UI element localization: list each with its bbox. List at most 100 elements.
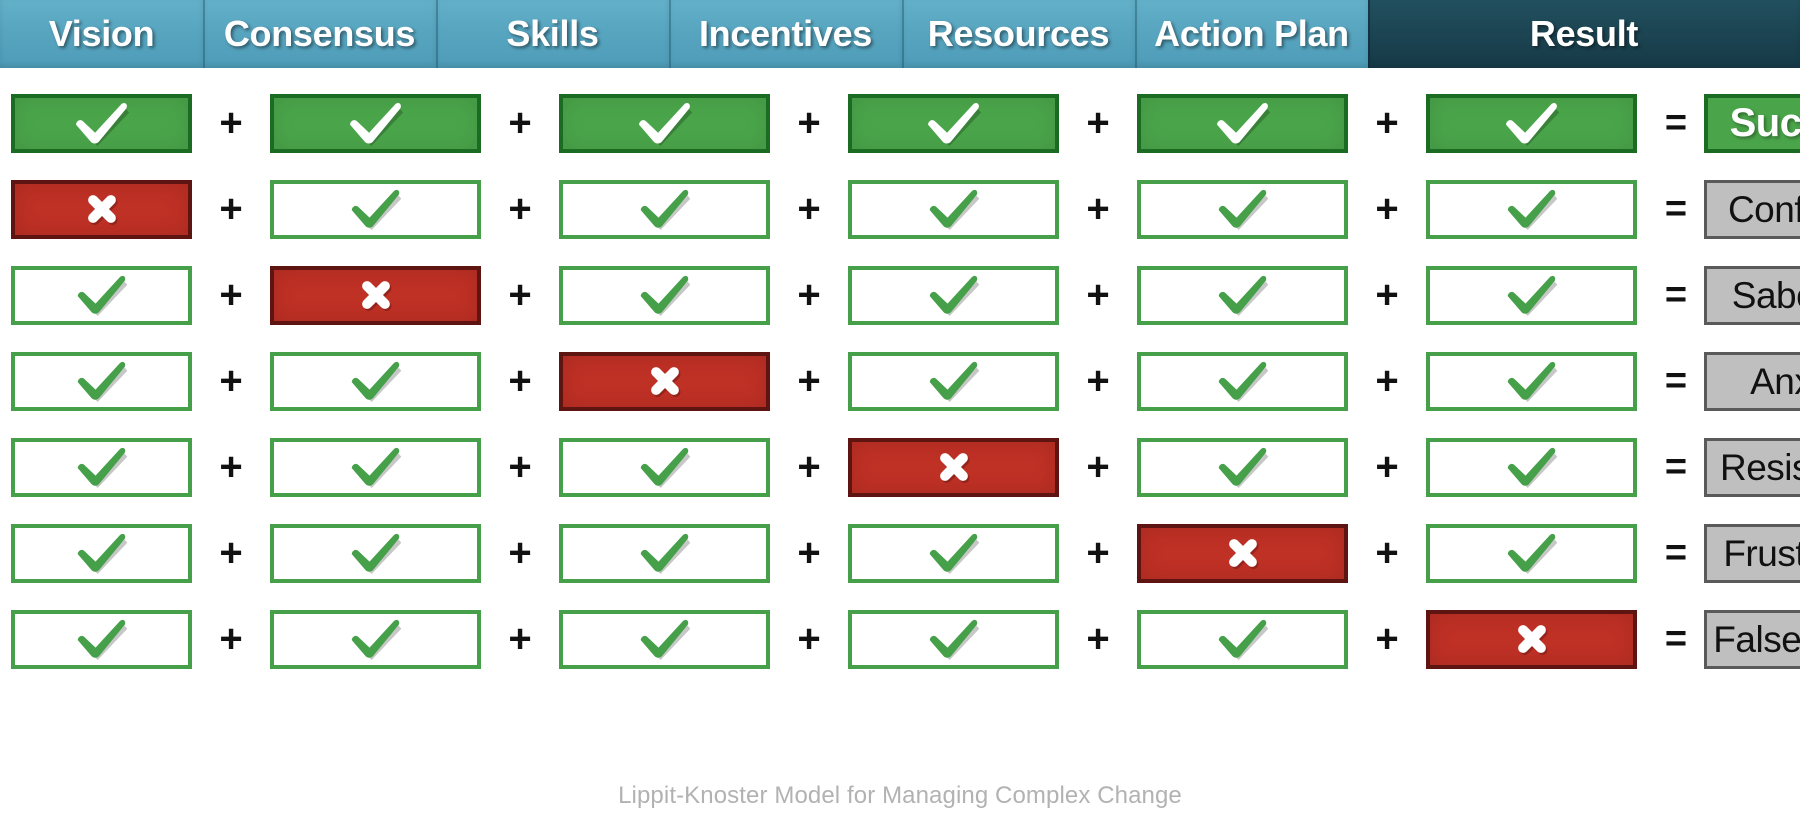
cell-check[interactable] bbox=[559, 93, 770, 153]
cell-check[interactable] bbox=[270, 609, 481, 669]
operator-plus: + bbox=[1375, 445, 1399, 489]
cell-check[interactable] bbox=[11, 93, 192, 153]
result-cell-wrapper: Sabotage bbox=[1704, 252, 1800, 338]
check-icon bbox=[349, 532, 403, 574]
cell-check[interactable] bbox=[559, 523, 770, 583]
cell-check[interactable] bbox=[1426, 523, 1637, 583]
column-header-result: Result bbox=[1368, 0, 1800, 68]
cell-check[interactable] bbox=[1137, 437, 1348, 497]
table-row: + + + + + = Confusion bbox=[0, 166, 1800, 252]
cell-check[interactable] bbox=[11, 265, 192, 325]
result-label: Resistance bbox=[1719, 446, 1800, 488]
check-icon bbox=[1505, 532, 1559, 574]
cell-check[interactable] bbox=[1426, 351, 1637, 411]
cell-wrapper bbox=[837, 80, 1070, 166]
cell-wrapper bbox=[548, 338, 781, 424]
cell-wrapper bbox=[1415, 166, 1648, 252]
result-cell-wrapper: Frustration bbox=[1704, 510, 1800, 596]
check-icon bbox=[1505, 274, 1559, 316]
result-cell[interactable]: Frustration bbox=[1704, 523, 1800, 583]
cell-check[interactable] bbox=[270, 179, 481, 239]
check-icon bbox=[349, 446, 403, 488]
check-icon bbox=[927, 618, 981, 660]
cell-check[interactable] bbox=[11, 523, 192, 583]
cell-check[interactable] bbox=[1426, 179, 1637, 239]
check-icon bbox=[927, 360, 981, 402]
cell-check[interactable] bbox=[11, 609, 192, 669]
cross-icon bbox=[80, 187, 124, 231]
cell-cross[interactable] bbox=[1426, 609, 1637, 669]
operator-plus: + bbox=[797, 359, 821, 403]
operator-plus: + bbox=[1086, 187, 1110, 231]
cell-check[interactable] bbox=[848, 351, 1059, 411]
cross-icon bbox=[643, 359, 687, 403]
cell-check[interactable] bbox=[1137, 609, 1348, 669]
cell-check[interactable] bbox=[1137, 179, 1348, 239]
cell-cross[interactable] bbox=[11, 179, 192, 239]
result-cell[interactable]: Sabotage bbox=[1704, 265, 1800, 325]
cell-check[interactable] bbox=[270, 351, 481, 411]
check-icon bbox=[927, 532, 981, 574]
cell-check[interactable] bbox=[559, 609, 770, 669]
cell-wrapper bbox=[1126, 510, 1359, 596]
check-icon bbox=[638, 532, 692, 574]
check-icon bbox=[1216, 274, 1270, 316]
cell-wrapper bbox=[259, 424, 492, 510]
column-header-label: Resources bbox=[927, 13, 1110, 54]
cell-wrapper bbox=[548, 596, 781, 682]
operator-plus: + bbox=[1086, 445, 1110, 489]
cell-check[interactable] bbox=[1137, 93, 1348, 153]
cell-check[interactable] bbox=[11, 437, 192, 497]
check-icon bbox=[1216, 360, 1270, 402]
check-icon bbox=[75, 274, 129, 316]
cell-wrapper bbox=[1126, 424, 1359, 510]
operator-equals: = bbox=[1664, 532, 1688, 574]
operator-equals: = bbox=[1664, 446, 1688, 488]
cell-check[interactable] bbox=[11, 351, 192, 411]
check-icon bbox=[1505, 446, 1559, 488]
column-header-label: Action Plan bbox=[1154, 13, 1349, 54]
cell-check[interactable] bbox=[848, 179, 1059, 239]
operator-equals: = bbox=[1664, 188, 1688, 230]
cell-check[interactable] bbox=[848, 609, 1059, 669]
cell-wrapper bbox=[1415, 424, 1648, 510]
result-cell[interactable]: Anxiety bbox=[1704, 351, 1800, 411]
result-label: Success bbox=[1729, 101, 1800, 145]
cell-check[interactable] bbox=[848, 265, 1059, 325]
cell-check[interactable] bbox=[1426, 437, 1637, 497]
result-cell[interactable]: Success bbox=[1704, 93, 1800, 153]
result-cell[interactable]: Confusion bbox=[1704, 179, 1800, 239]
cell-check[interactable] bbox=[559, 265, 770, 325]
operator-plus: + bbox=[508, 531, 532, 575]
operator-plus: + bbox=[219, 359, 243, 403]
table-row: + + + + + = Resistance bbox=[0, 424, 1800, 510]
operator-plus: + bbox=[797, 531, 821, 575]
result-cell[interactable]: Resistance bbox=[1704, 437, 1800, 497]
operator-plus: + bbox=[508, 187, 532, 231]
cell-check[interactable] bbox=[848, 523, 1059, 583]
cell-cross[interactable] bbox=[1137, 523, 1348, 583]
cell-cross[interactable] bbox=[559, 351, 770, 411]
cell-check[interactable] bbox=[1137, 265, 1348, 325]
cell-check[interactable] bbox=[270, 437, 481, 497]
cell-check[interactable] bbox=[559, 437, 770, 497]
cell-check[interactable] bbox=[559, 179, 770, 239]
cell-cross[interactable] bbox=[848, 437, 1059, 497]
cell-check[interactable] bbox=[270, 93, 481, 153]
operator-plus: + bbox=[219, 445, 243, 489]
operator-plus: + bbox=[1086, 617, 1110, 661]
cell-check[interactable] bbox=[848, 93, 1059, 153]
result-cell[interactable]: False Starts bbox=[1704, 609, 1800, 669]
cell-check[interactable] bbox=[1426, 265, 1637, 325]
operator-plus: + bbox=[1086, 273, 1110, 317]
column-header-row: Vision Consensus Skills Incentives Resources… bbox=[0, 0, 1800, 68]
check-icon bbox=[1216, 188, 1270, 230]
figure-caption: Lippit-Knoster Model for Managing Comple… bbox=[618, 782, 1182, 809]
cell-check[interactable] bbox=[1426, 93, 1637, 153]
cell-check[interactable] bbox=[270, 523, 481, 583]
cell-check[interactable] bbox=[1137, 351, 1348, 411]
column-header-action-plan: Action Plan bbox=[1135, 0, 1368, 68]
cell-cross[interactable] bbox=[270, 265, 481, 325]
check-icon bbox=[1216, 618, 1270, 660]
cell-wrapper bbox=[259, 80, 492, 166]
